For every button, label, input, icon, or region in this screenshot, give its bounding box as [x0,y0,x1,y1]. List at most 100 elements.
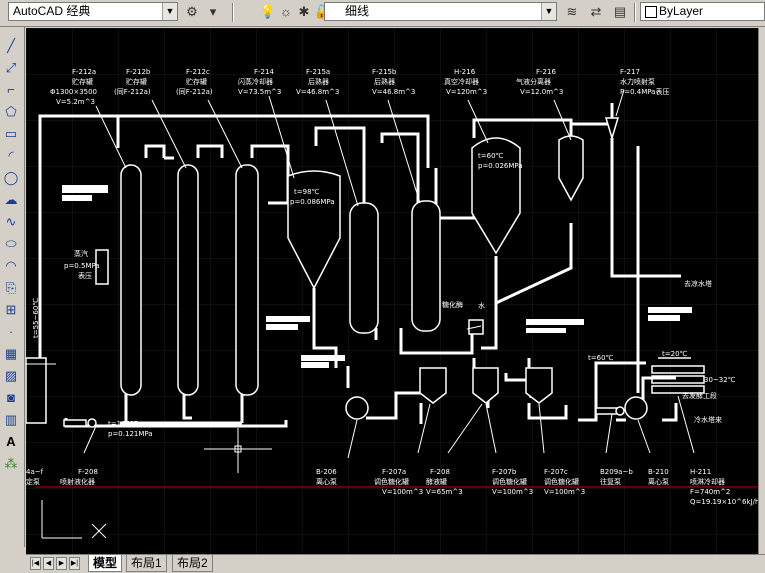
annot-f214-temp: t=98℃ [294,188,320,196]
gradient-icon[interactable]: ▨ [2,367,20,385]
region-icon[interactable]: ◙ [2,389,20,407]
workspace-settings-icon[interactable]: ⚙ [182,2,202,22]
label-f215b-vol: V=46.8m^3 [372,88,415,96]
sun-icon[interactable]: ☼ [276,2,296,22]
last-tab-icon[interactable]: ▶| [69,557,80,570]
label-h211-name: 喷淋冷却器 [690,477,725,486]
tab-layout2[interactable]: 布局2 [172,555,213,572]
label-b209-name: 往复泵 [600,477,621,486]
hatch-icon[interactable]: ▦ [2,345,20,363]
label-f217-name: 水力喷射泵 [620,77,655,86]
label-f208-liq-name: 喷射液化器 [60,477,95,486]
annot-cooling-water-out: 去凉水塔 [684,279,712,288]
annot-f214-pressure: p=0.086MPa [290,198,335,206]
circle-icon[interactable]: ◯ [2,169,20,187]
label-f208-vol: V=65m^3 [426,488,463,496]
label-f212c-tag: F-212c [186,68,210,76]
label-f207b-tag: F-207b [492,468,517,476]
label-f207b-vol: V=100m^3 [492,488,533,496]
label-h211-tag: H-211 [690,468,711,476]
drawing-canvas[interactable]: F-212a 贮存罐 Φ1300×3500 V=5.2m^3 F-212b 贮存… [26,28,758,554]
lightbulb-icon[interactable]: 💡 [258,2,278,22]
top-toolbar: AutoCAD 经典 ▼ ⚙ ▾ 💡 ☼ ✱ 🔓 □ 细线 ▼ ≋ ⇄ ▤ By… [0,0,765,27]
label-f208-tag: F-208 [430,468,450,476]
layer-state-icon[interactable]: ▤ [610,2,630,22]
label-f212a-size: Φ1300×3500 [50,88,97,96]
label-f207c-vol: V=100m^3 [544,488,585,496]
label-f217-tag: F-217 [620,68,640,76]
label-f214-tag: F-214 [254,68,274,76]
prev-tab-icon[interactable]: ◀ [43,557,54,570]
vertical-scrollbar[interactable] [758,28,765,554]
chevron-down-icon: ▼ [541,3,556,20]
annot-h216-pressure: p=0.026MPa [478,162,523,170]
label-f212a-tag: F-212a [72,68,96,76]
revcloud-icon[interactable]: ☁ [2,191,20,209]
separator [634,3,636,22]
drawing-svg: F-212a 贮存罐 Φ1300×3500 V=5.2m^3 F-212b 贮存… [26,28,758,554]
draw-toolbar: ╱ ⤢ ⌐ ⬠ ▭ ◜ ◯ ☁ ∿ ⬭ ◠ ⎘ ⊞ · ▦ ▨ ◙ ▥ A ⁂ [0,27,25,547]
label-b210-tag: B-210 [648,468,669,476]
arc-icon[interactable]: ◜ [2,147,20,165]
polyline-icon[interactable]: ⌐ [2,81,20,99]
label-f215a-vol: V=46.8m^3 [296,88,339,96]
label-f212a-vol: V=5.2m^3 [56,98,95,106]
annot-steam-pressure: p=0.5MPa [64,262,100,270]
label-pump-left-name: 定泵 [26,477,40,486]
first-tab-icon[interactable]: |◀ [30,557,41,570]
label-f207a-vol: V=100m^3 [382,488,423,496]
layer-previous-icon[interactable]: ≋ [562,2,582,22]
annot-enzyme: 糖化酶 [442,300,463,309]
label-f215a-tag: F-215a [306,68,330,76]
label-h211-duty: Q=19.19×10^6kJ/h [690,498,758,506]
label-f216-tag: F-216 [536,68,556,76]
tab-layout1[interactable]: 布局1 [126,555,167,572]
line-icon[interactable]: ╱ [2,37,20,55]
label-b209-tag: B209a~b [600,468,633,476]
point-icon[interactable]: · [2,323,20,341]
ellipse-arc-icon[interactable]: ◠ [2,257,20,275]
next-tab-icon[interactable]: ▶ [56,557,67,570]
annot-t30: 30~32℃ [704,376,736,384]
mtext-icon[interactable]: A [2,433,20,451]
label-f212a-name: 贮存罐 [72,77,93,86]
separator [232,3,234,22]
label-f212b-name: 贮存罐 [126,77,147,86]
label-f214-vol: V=73.5m^3 [238,88,281,96]
freeze-icon[interactable]: ✱ [294,2,314,22]
label-f208-name: 酵液罐 [426,477,447,486]
layer-label: 细线 [345,4,370,18]
annot-h216-temp: t=60℃ [478,152,504,160]
spline-icon[interactable]: ∿ [2,213,20,231]
color-dropdown[interactable]: ByLayer [640,2,765,21]
workspace-dropdown[interactable]: AutoCAD 经典 ▼ [8,2,178,21]
label-f207b-name: 调色糖化罐 [492,477,527,486]
layer-dropdown[interactable]: 细线 ▼ [324,2,557,21]
label-b206-name: 离心泵 [316,477,337,486]
tab-model[interactable]: 模型 [88,555,123,572]
label-f215b-tag: F-215b [372,68,397,76]
polygon-icon[interactable]: ⬠ [2,103,20,121]
label-f217-pressure: P=0.4MPa表压 [620,87,669,96]
color-label: ByLayer [659,4,704,18]
insert-block-icon[interactable]: ⎘ [2,279,20,297]
label-h216-name: 真空冷却器 [444,77,479,86]
annot-cooling-water-in: 冷水塔来 [694,415,722,424]
annot-to-fermenter: 去发酵工段 [682,391,717,400]
label-h216-vol: V=120m^3 [446,88,487,96]
annot-bottom-temp: t=105℃ [108,420,138,428]
layer-match-icon[interactable]: ⇄ [586,2,606,22]
annot-temp-vertical: t=55~60℃ [32,298,40,338]
annot-t60: t=60℃ [588,354,614,362]
color-swatch [645,6,657,18]
rectangle-icon[interactable]: ▭ [2,125,20,143]
label-f207c-tag: F-207c [544,468,568,476]
make-block-icon[interactable]: ⊞ [2,301,20,319]
table-icon[interactable]: ▥ [2,411,20,429]
label-f212c-name: 贮存罐 [186,77,207,86]
construction-line-icon[interactable]: ⤢ [2,59,20,77]
layout-tab-bar: |◀ ◀ ▶ ▶| 模型 布局1 布局2 [26,554,765,573]
ellipse-icon[interactable]: ⬭ [2,235,20,253]
dropdown-icon[interactable]: ▾ [203,2,223,22]
add-selected-icon[interactable]: ⁂ [2,455,20,473]
